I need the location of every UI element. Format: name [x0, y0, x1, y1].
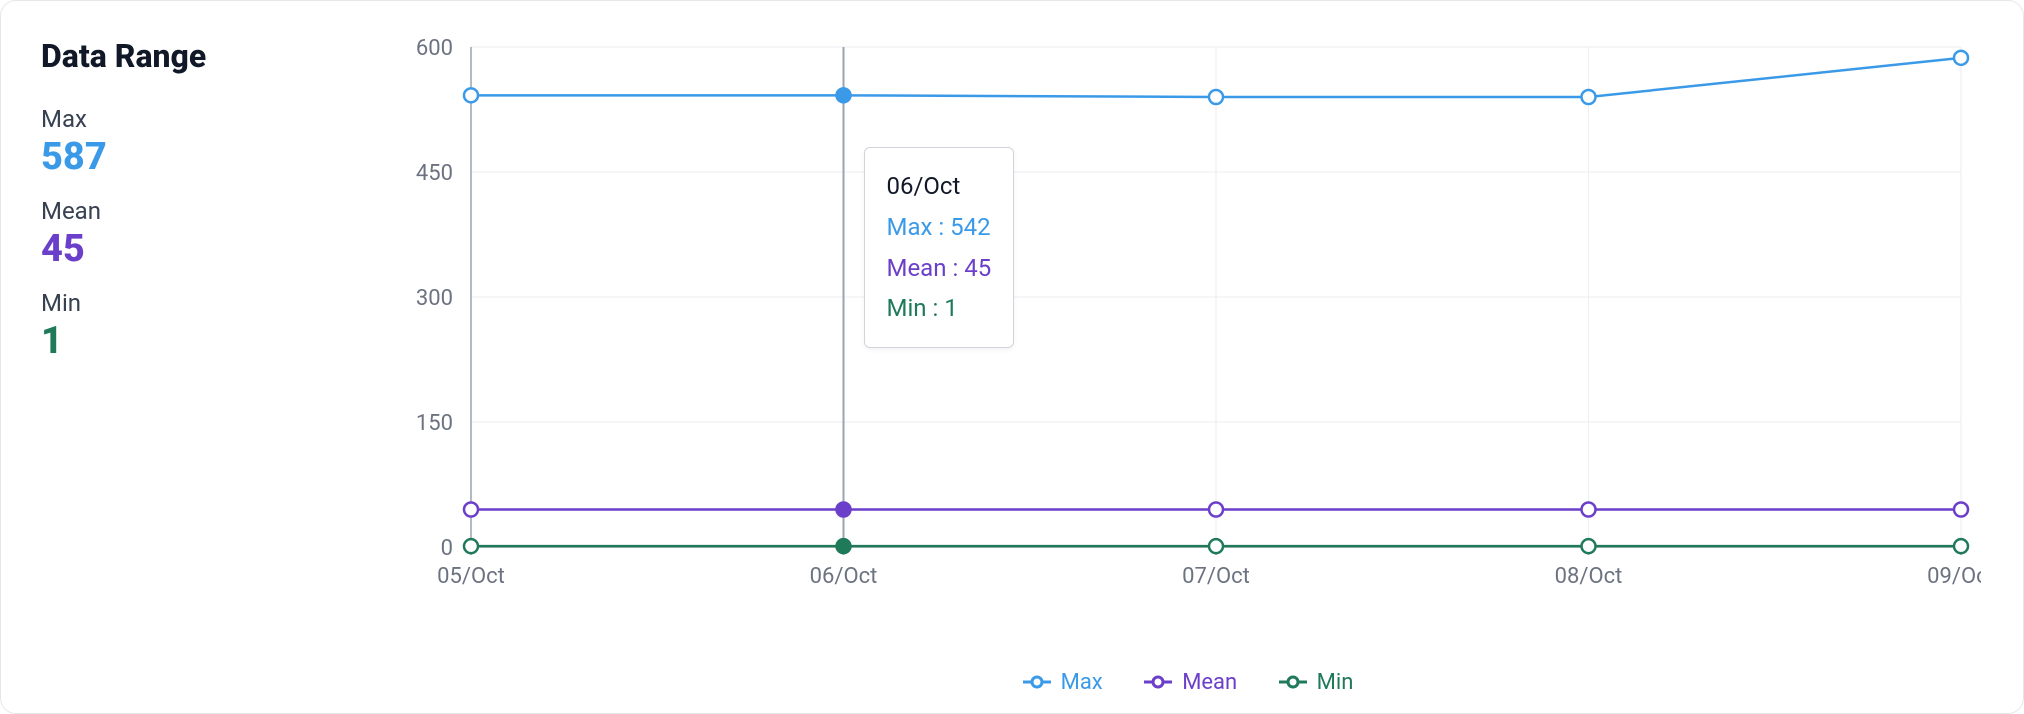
chart-legend: Max Mean Min [381, 670, 1995, 696]
svg-text:0: 0 [441, 536, 453, 561]
legend-item-min[interactable]: Min [1279, 670, 1354, 695]
legend-label-min: Min [1317, 670, 1354, 695]
max-value: 587 [41, 135, 381, 179]
data-range-card: Data Range Max 587 Mean 45 Min 1 0 150 300… [0, 0, 2024, 714]
min-value: 1 [41, 319, 381, 363]
chart-area: 0 150 300 450 600 05/Oct 06/Oct 07/Oct 08/Oct 09/… [381, 37, 1995, 695]
svg-text:09/Oct: 09/Oct [1927, 564, 1981, 589]
legend-label-mean: Mean [1182, 670, 1237, 695]
max-label: Max [41, 105, 381, 133]
card-title: Data Range [41, 37, 381, 75]
legend-swatch-min-icon [1279, 675, 1307, 689]
mean-label: Mean [41, 197, 381, 225]
legend-label-max: Max [1061, 670, 1103, 695]
svg-text:450: 450 [416, 161, 453, 186]
svg-text:300: 300 [416, 286, 453, 311]
svg-text:05/Oct: 05/Oct [437, 564, 505, 589]
legend-item-max[interactable]: Max [1023, 670, 1103, 695]
svg-text:08/Oct: 08/Oct [1555, 564, 1623, 589]
legend-swatch-mean-icon [1144, 675, 1172, 689]
min-label: Min [41, 289, 381, 317]
legend-item-mean[interactable]: Mean [1144, 670, 1237, 695]
legend-swatch-max-icon [1023, 675, 1051, 689]
svg-text:06/Oct: 06/Oct [810, 564, 878, 589]
svg-text:07/Oct: 07/Oct [1182, 564, 1250, 589]
stats-sidebar: Data Range Max 587 Mean 45 Min 1 [41, 37, 381, 695]
svg-text:600: 600 [416, 37, 453, 61]
line-chart[interactable]: 0 150 300 450 600 05/Oct 06/Oct 07/Oct 08/Oct 09/… [381, 37, 1981, 617]
mean-value: 45 [41, 227, 381, 271]
svg-text:150: 150 [416, 411, 453, 436]
